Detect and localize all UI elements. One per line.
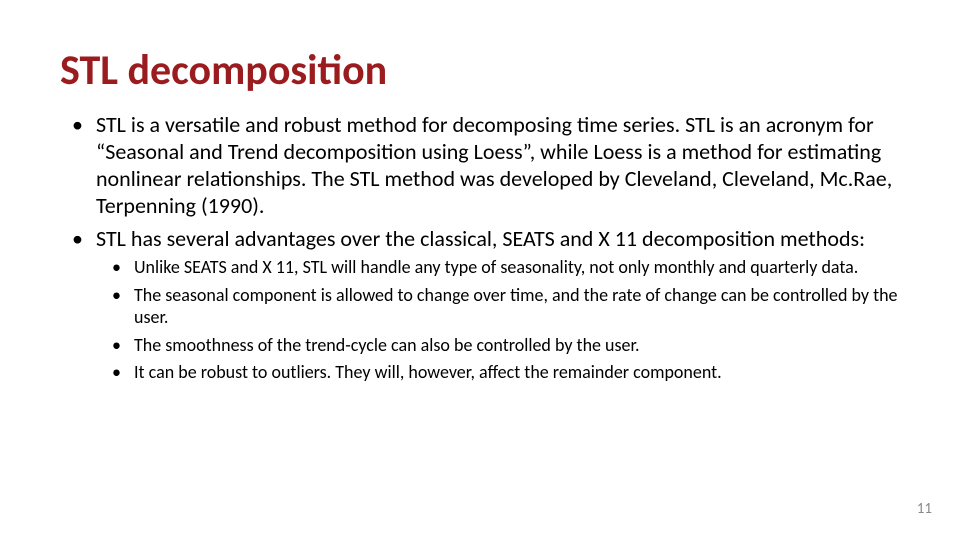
slide: STL decomposition STL is a versatile and… bbox=[0, 0, 960, 540]
subbullet-item: It can be robust to outliers. They will,… bbox=[130, 361, 900, 384]
bullet-text: STL has several advantages over the clas… bbox=[96, 225, 865, 252]
slide-title: STL decomposition bbox=[60, 48, 900, 94]
bullet-item: STL is a versatile and robust method for… bbox=[92, 112, 900, 219]
bullet-list-level1: STL is a versatile and robust method for… bbox=[60, 112, 900, 384]
page-number: 11 bbox=[917, 500, 932, 518]
bullet-list-level2: Unlike SEATS and X 11, STL will handle a… bbox=[96, 256, 900, 384]
subbullet-item: Unlike SEATS and X 11, STL will handle a… bbox=[130, 256, 900, 279]
bullet-item: STL has several advantages over the clas… bbox=[92, 226, 900, 384]
subbullet-item: The smoothness of the trend-cycle can al… bbox=[130, 334, 900, 357]
subbullet-item: The seasonal component is allowed to cha… bbox=[130, 284, 900, 329]
